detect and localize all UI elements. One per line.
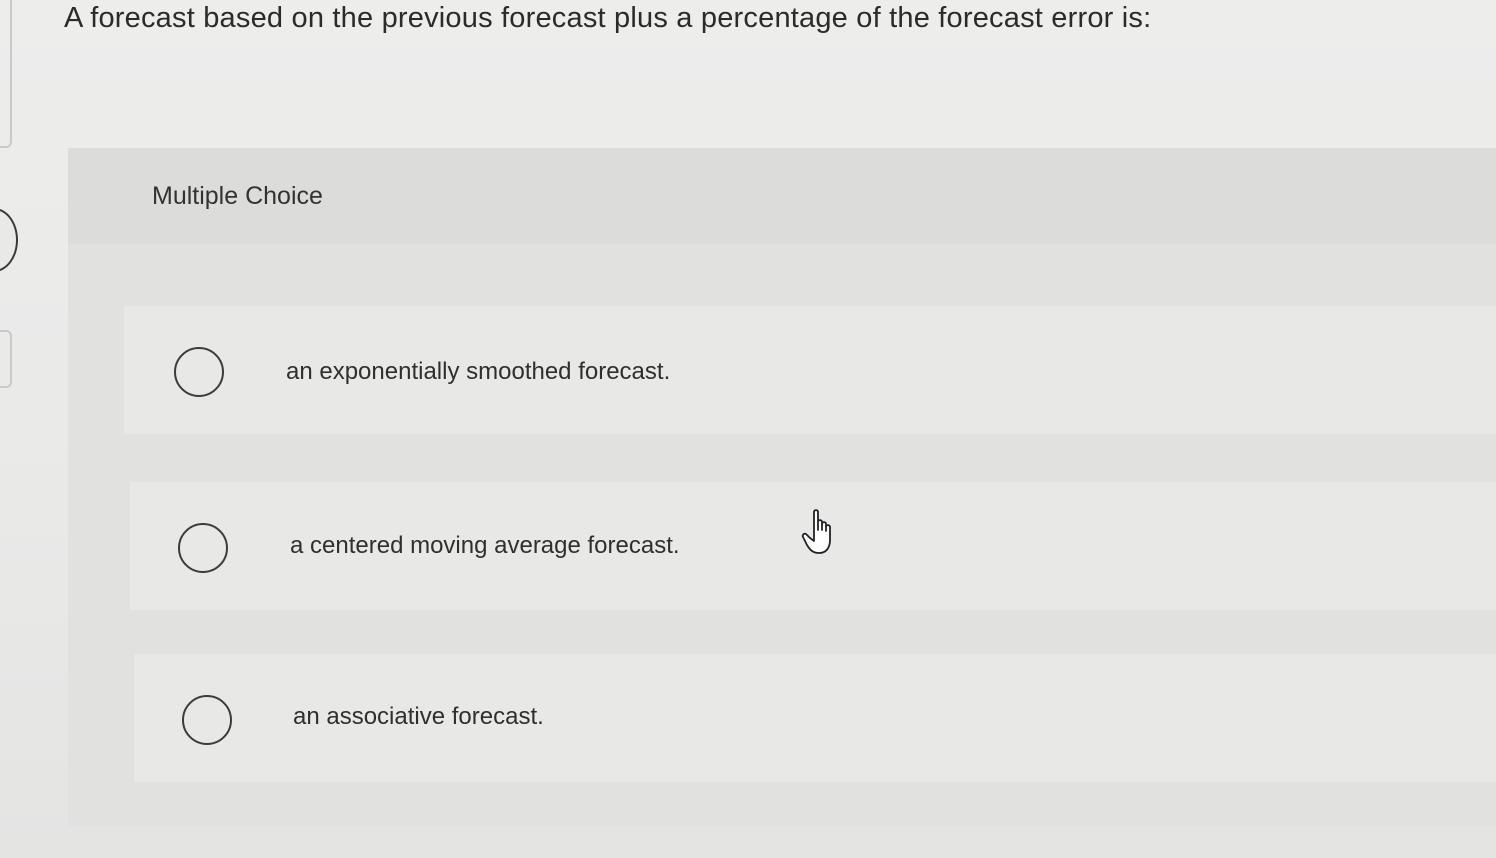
- choice-label[interactable]: a centered moving average forecast.: [290, 532, 680, 560]
- left-edge-tab: [0, 330, 12, 388]
- multiple-choice-header: Multiple Choice: [68, 148, 1496, 244]
- hand-pointer-icon: [801, 509, 831, 554]
- radio-button[interactable]: [174, 347, 224, 397]
- left-edge-circle: [0, 208, 18, 272]
- choice-label[interactable]: an associative forecast.: [293, 703, 544, 731]
- choice-option[interactable]: an associative forecast.: [134, 654, 1496, 782]
- radio-button[interactable]: [182, 695, 232, 745]
- choice-option[interactable]: an exponentially smoothed forecast.: [124, 306, 1496, 434]
- multiple-choice-label: Multiple Choice: [152, 182, 323, 210]
- multiple-choice-panel: Multiple Choice an exponentially smoothe…: [68, 148, 1496, 826]
- page: A forecast based on the previous forecas…: [0, 0, 1496, 858]
- choice-label[interactable]: an exponentially smoothed forecast.: [286, 358, 670, 386]
- radio-button[interactable]: [178, 523, 228, 573]
- left-edge-panel: [0, 0, 12, 148]
- question-text: A forecast based on the previous forecas…: [64, 2, 1152, 34]
